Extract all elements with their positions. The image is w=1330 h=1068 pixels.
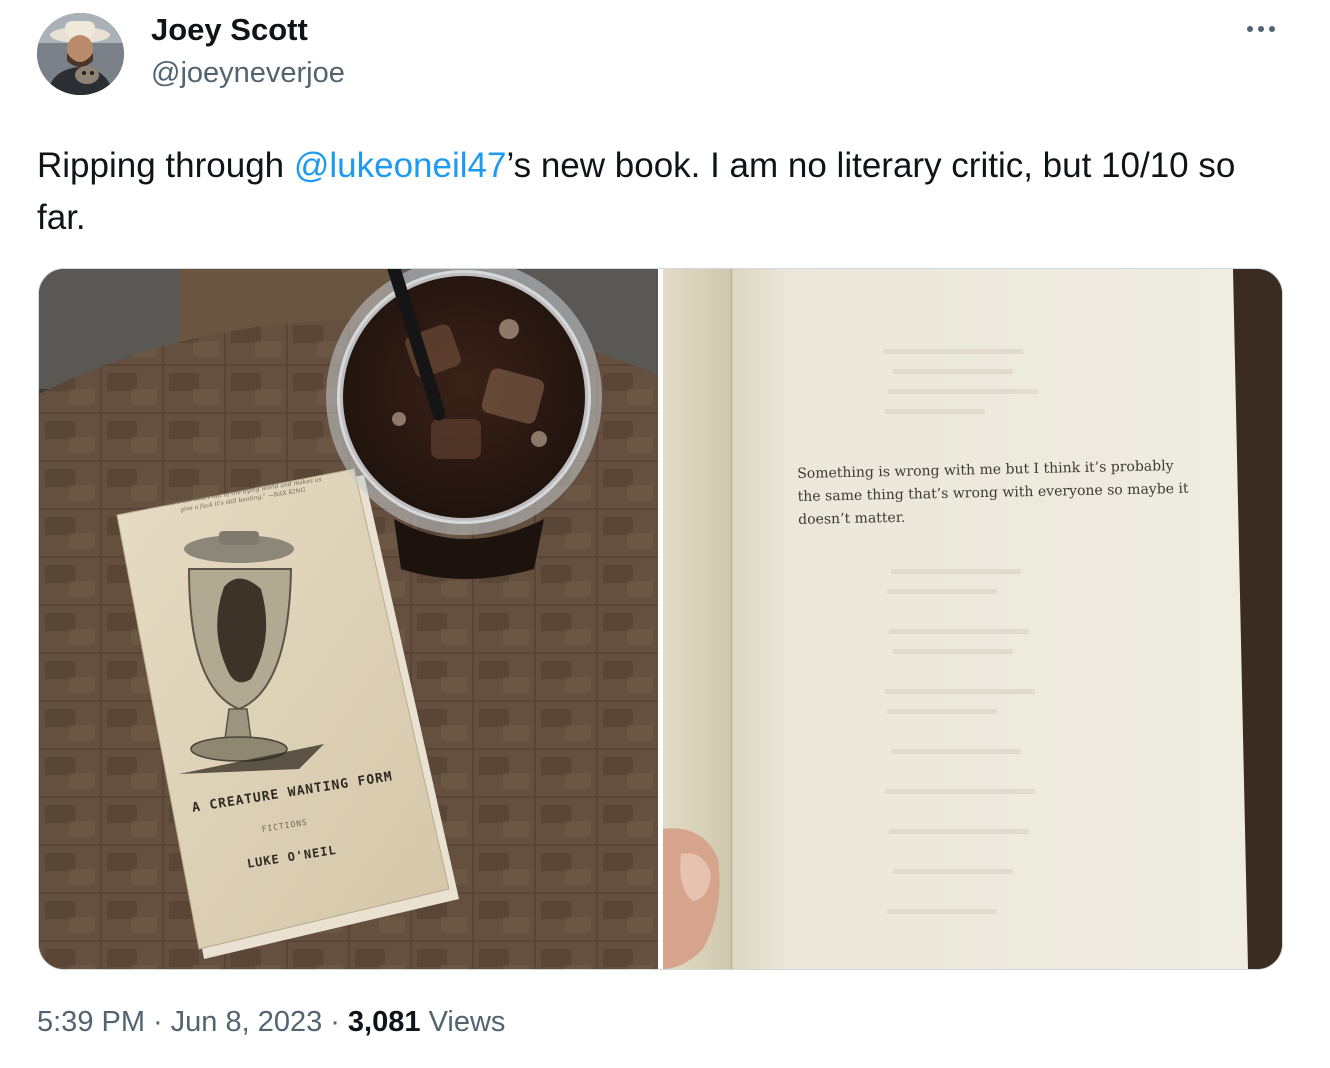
avatar[interactable] <box>37 13 124 95</box>
photo-book-and-coffee[interactable]: "Tears the heart out of the dying world … <box>39 269 658 969</box>
views-count: 3,081 <box>347 1006 421 1038</box>
more-options-icon <box>1247 26 1253 32</box>
more-options-icon-dot <box>1258 26 1264 32</box>
tweet-meta: 5:39 PM · Jun 8, 2023 · 3,081 Views <box>37 1006 505 1039</box>
tweet: Joey Scott @joeyneverjoe Ripping through… <box>0 0 1330 1068</box>
more-options-button[interactable] <box>1240 14 1282 44</box>
author-handle[interactable]: @joeyneverjoe <box>151 57 345 90</box>
tweet-date[interactable]: Jun 8, 2023 <box>171 1006 323 1038</box>
photo-book-page[interactable]: Something is wrong with me but I think i… <box>663 269 1282 969</box>
tweet-time[interactable]: 5:39 PM <box>37 1006 145 1038</box>
tweet-text-start: Ripping through <box>37 146 294 185</box>
meta-separator-2: · <box>330 1006 340 1038</box>
tweet-text: Ripping through @lukeoneil47’s new book.… <box>37 140 1287 244</box>
views-label: Views <box>428 1006 506 1038</box>
author-name[interactable]: Joey Scott <box>151 12 308 48</box>
book-page-quote: Something is wrong with me but I think i… <box>797 458 1189 528</box>
meta-separator: · <box>153 1006 163 1038</box>
media-grid: "Tears the heart out of the dying world … <box>38 268 1283 970</box>
more-options-icon-dot <box>1269 26 1275 32</box>
mention-link[interactable]: @lukeoneil47 <box>294 146 507 185</box>
